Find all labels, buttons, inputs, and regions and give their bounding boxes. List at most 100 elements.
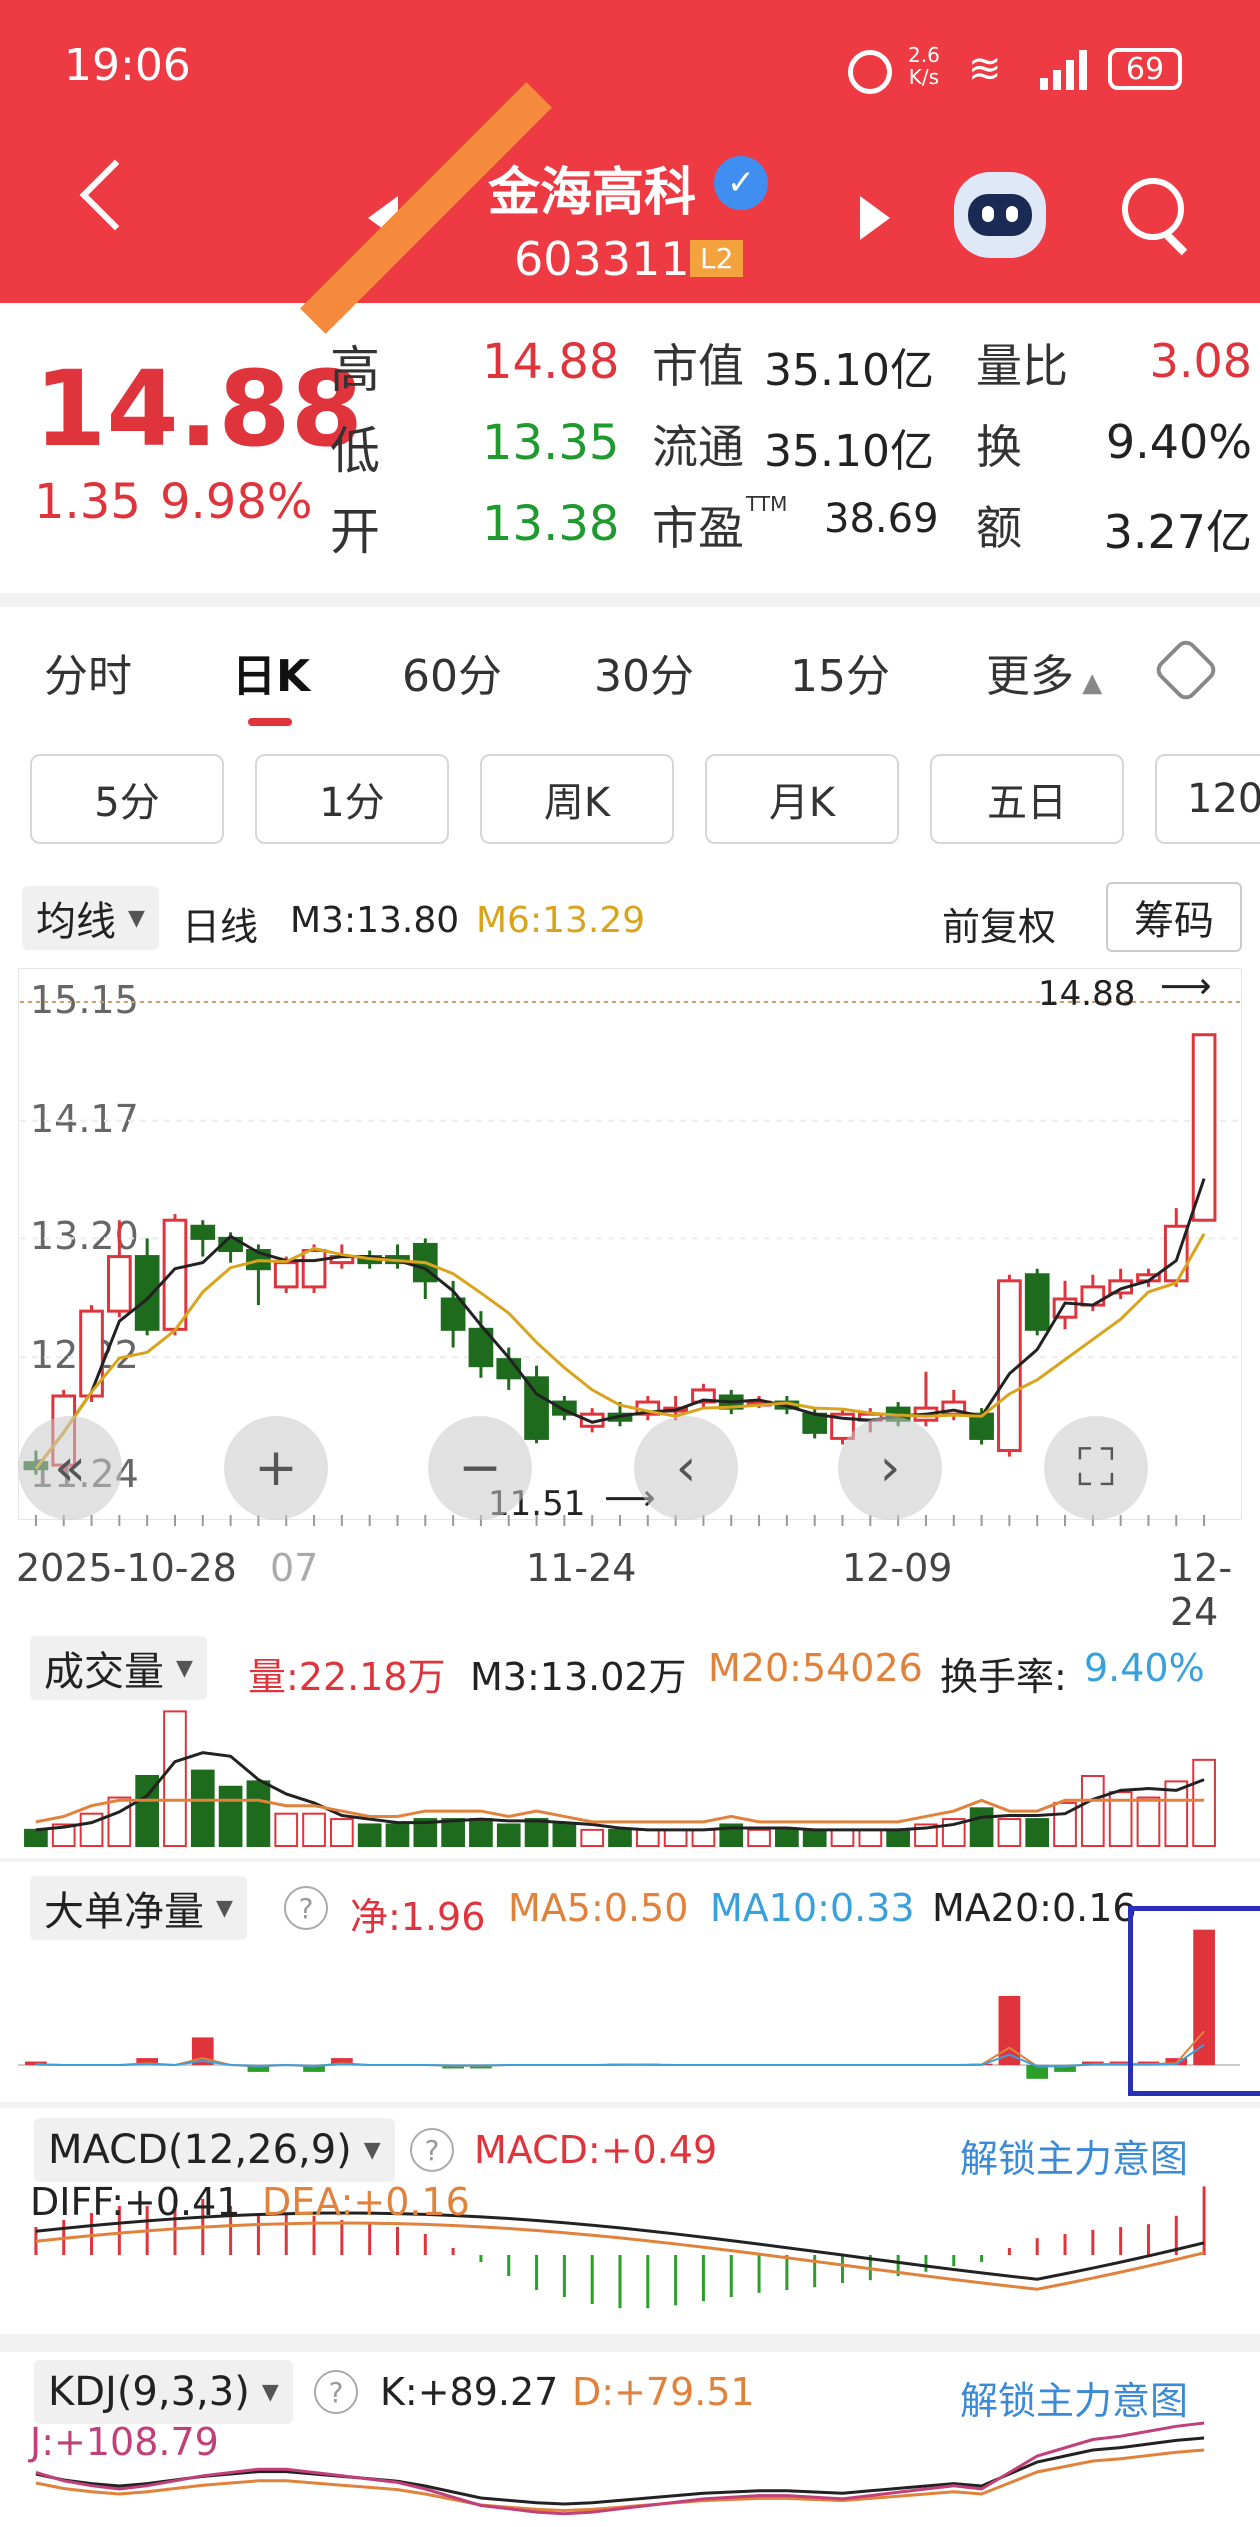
next-stock-icon[interactable] [860, 196, 890, 240]
candle [524, 1376, 549, 1440]
x-tick-3: 12-09 [842, 1546, 953, 1590]
volume-bar [858, 1828, 883, 1848]
period-pill-5[interactable]: 120 [1155, 754, 1260, 844]
net-speed: 2.6 K/s [908, 43, 940, 89]
volume-bar [635, 1828, 660, 1848]
status-time: 19:06 [64, 40, 191, 91]
tab-2[interactable]: 60分 [402, 640, 502, 704]
price-change: 1.35 [34, 474, 141, 530]
quote-label-2: 开 [330, 503, 380, 561]
turnover-label: 换手率: [940, 1655, 1067, 1699]
zoom-out-icon[interactable]: − [428, 1416, 532, 1520]
volume-m20: M20:54026 [708, 1646, 923, 1690]
quote-key2-2: 市盈 [652, 501, 744, 555]
robot-assistant-icon[interactable] [954, 172, 1046, 258]
tab-3[interactable]: 30分 [594, 640, 694, 704]
volume-bar [302, 1812, 326, 1847]
candle [440, 1297, 466, 1331]
zoom-in-icon[interactable]: + [224, 1416, 328, 1520]
quote-key3-0: 量比 [976, 339, 1068, 393]
volume-bar [663, 1828, 688, 1848]
current-price: 14.88 [34, 348, 363, 470]
volume-bar [1192, 1758, 1216, 1847]
candle [190, 1224, 216, 1240]
volume-m3: M3:13.02万 [470, 1655, 687, 1699]
settings-icon[interactable] [1152, 636, 1220, 704]
quote-key3-2: 额 [976, 501, 1022, 555]
ma-selector[interactable]: 均线 ▼ [22, 886, 159, 950]
volume-bar [1080, 1775, 1105, 1847]
quote-val3-1: 9.40% [1105, 415, 1252, 469]
volume-bar [357, 1823, 382, 1848]
volume-bar [190, 1769, 215, 1847]
quote-key2-0: 市值 [652, 339, 744, 393]
kline-period: 日线 [182, 905, 259, 949]
period-pill-3[interactable]: 月K [705, 754, 899, 844]
stock-code: 603311 [514, 232, 690, 286]
volume-bar [163, 1710, 187, 1848]
volume-bar [524, 1818, 549, 1847]
volume-bar [691, 1828, 716, 1848]
tab-5[interactable]: 更多 ▲ [986, 640, 1102, 704]
rewind-icon[interactable]: « [18, 1416, 122, 1520]
volume-chart [24, 1710, 1216, 1848]
period-pill-0[interactable]: 5分 [30, 754, 224, 844]
highlight-box [1128, 1906, 1260, 2096]
volume-bar [1136, 1796, 1161, 1847]
period-pill-4[interactable]: 五日 [930, 754, 1124, 844]
tab-1[interactable]: 日K [232, 640, 310, 704]
volume-selector[interactable]: 成交量 ▼ [30, 1636, 207, 1700]
candle [301, 1249, 327, 1289]
volume-bar [274, 1812, 299, 1847]
divider [0, 593, 1260, 607]
x-tick-4: 12-24 [1170, 1546, 1233, 1634]
volume-bar [997, 1818, 1022, 1847]
macd-diff: DIFF:+0.41 [30, 2180, 241, 2224]
quote-key2-1: 流通 [652, 420, 744, 474]
x-tick-1: 07 [270, 1546, 319, 1590]
ma6-line [34, 1233, 1206, 1470]
volume-bar [886, 1828, 910, 1848]
period-pill-1[interactable]: 1分 [255, 754, 449, 844]
quote-value-1: 13.35 [482, 415, 620, 471]
period-pill-2[interactable]: 周K [480, 754, 674, 844]
tab-0[interactable]: 分时 [44, 640, 132, 704]
ma3-value: M3:13.80 [290, 900, 460, 941]
volume-bar [441, 1818, 465, 1847]
back-icon[interactable] [79, 159, 151, 231]
quote-key2-sup: TTM [746, 492, 788, 516]
x-tick-0: 2025-10-28 [16, 1546, 237, 1590]
search-icon[interactable] [1122, 178, 1184, 240]
volume-bar [246, 1780, 271, 1847]
candle [969, 1412, 994, 1440]
volume-value: 量:22.18万 [248, 1655, 446, 1699]
quote-label-0: 高 [330, 341, 380, 399]
quote-key3-1: 换 [976, 420, 1022, 474]
signal-icon [1040, 48, 1092, 90]
level-badge: L2 [690, 240, 744, 277]
scroll-right-icon[interactable]: › [838, 1416, 942, 1520]
quote-val2-0: 35.10亿 [764, 345, 934, 396]
volume-bar [107, 1796, 132, 1847]
tab-4[interactable]: 15分 [790, 640, 890, 704]
volume-bar [330, 1818, 354, 1847]
candle [802, 1412, 828, 1434]
quote-label-1: 低 [330, 422, 380, 480]
quote-val3-0: 3.08 [1149, 334, 1252, 388]
price-change-pct: 9.98% [160, 474, 313, 530]
volume-bar [496, 1823, 521, 1848]
scroll-left-icon[interactable]: ‹ [634, 1416, 738, 1520]
volume-bar [218, 1785, 243, 1848]
ma6-value: M6:13.29 [476, 900, 646, 941]
quote-value-2: 13.38 [482, 496, 620, 552]
more-caret-icon: ▲ [1074, 668, 1103, 698]
chip-button[interactable]: 筹码 [1106, 882, 1242, 952]
candle [273, 1261, 299, 1289]
adjust-mode[interactable]: 前复权 [942, 896, 1056, 951]
quote-val2-2: 38.69 [824, 496, 939, 542]
fullscreen-icon[interactable]: ⛶ [1044, 1416, 1148, 1520]
x-tick-2: 11-24 [526, 1546, 637, 1590]
quote-val2-1: 35.10亿 [764, 426, 934, 477]
wifi-icon: ≋ [968, 46, 1002, 92]
battery-icon: 69 [1108, 48, 1182, 90]
